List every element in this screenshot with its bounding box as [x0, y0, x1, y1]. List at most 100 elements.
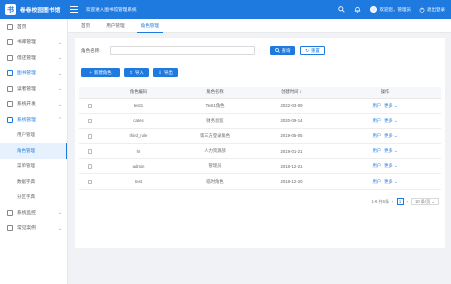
role-name-input[interactable] [110, 46, 255, 55]
sidebar-item-monitor[interactable]: 系统监控 ⌄ [0, 205, 67, 221]
refresh-icon: ↻ [305, 47, 309, 53]
logout-button[interactable]: 退出登录 [419, 7, 445, 13]
roles-table: 角色编码 角色名称 创建时间 ↕ 操作 test1 Test1角色 2022-0… [79, 87, 441, 190]
case-icon [7, 225, 13, 232]
sidebar-item-dev[interactable]: 系统开发 ⌄ [0, 97, 67, 113]
header-create-time[interactable]: 创建时间 ↕ [254, 87, 329, 99]
sidebar-item-readers[interactable]: 读者管理 ⌄ [0, 81, 67, 97]
sidebar-item-label: 系统监控 [17, 209, 36, 215]
import-button[interactable]: ⇪ 导入 [124, 68, 149, 77]
more-link[interactable]: 更多 ⌄ [384, 179, 397, 184]
role-code: test1 [101, 98, 176, 114]
user-link[interactable]: 用户 [373, 179, 382, 184]
role-name: 临时角色 [176, 173, 254, 190]
sidebar-subitem-menus[interactable]: 菜单管理 [0, 159, 67, 175]
gear-icon [7, 116, 13, 123]
sidebar-item-borrow[interactable]: 借还管理 ⌄ [0, 50, 67, 66]
tab-home[interactable]: 首页 [74, 19, 97, 33]
page-number-current[interactable]: 1 [396, 198, 404, 205]
sidebar-subitem-label: 角色管理 [17, 147, 35, 153]
monitor-icon [7, 209, 13, 216]
chevron-down-icon: ⌄ [57, 86, 62, 92]
row-checkbox[interactable] [87, 149, 93, 154]
import-label: 导入 [134, 69, 144, 75]
hamburger-menu-icon[interactable] [70, 6, 78, 13]
role-name: 财务总监 [176, 113, 254, 129]
top-bar: 书 卷卷校园图书馆 欢迎进入图书馆管理系统 欢迎您，管理员 退出登录 [0, 0, 451, 19]
role-code: admin [101, 158, 176, 175]
tab-roles[interactable]: 角色管理 [134, 19, 166, 33]
sidebar-item-label: 首页 [17, 23, 27, 29]
user-link[interactable]: 用户 [373, 163, 382, 168]
row-checkbox[interactable] [87, 164, 93, 169]
sidebar-subitem-users[interactable]: 用户管理 [0, 128, 67, 144]
sidebar-item-label: 图书管理 [17, 70, 36, 76]
sidebar-item-home[interactable]: 首页 [0, 19, 67, 35]
sidebar-item-cases[interactable]: 常见案例 ⌄ [0, 221, 67, 237]
user-menu[interactable]: 欢迎您，管理员 [369, 6, 412, 13]
prev-page-button[interactable]: ‹ [392, 199, 393, 204]
more-link[interactable]: 更多 ⌄ [384, 148, 397, 153]
export-label: 导出 [163, 69, 173, 75]
upload-icon: ⇪ [129, 69, 133, 75]
sidebar-item-books[interactable]: 图书管理 ⌄ [0, 66, 67, 82]
chevron-down-icon: ⌄ [57, 55, 62, 61]
export-button[interactable]: ⇩ 导出 [153, 68, 178, 77]
logo[interactable]: 书 卷卷校园图书馆 [5, 3, 61, 16]
role-code: hr [101, 143, 176, 160]
user-link[interactable]: 用户 [373, 118, 382, 123]
sidebar-item-stacks[interactable]: 书库管理 ⌄ [0, 35, 67, 51]
add-label: 新建角色 [94, 69, 112, 75]
table-header-row: 角色编码 角色名称 创建时间 ↕ 操作 [79, 87, 441, 99]
page-size-select[interactable]: 10 条/页 ⌄ [410, 198, 439, 205]
user-name: 欢迎您，管理员 [379, 6, 412, 12]
more-link[interactable]: 更多 ⌄ [384, 133, 397, 138]
exchange-icon [7, 54, 13, 61]
role-name: 人力资源部 [176, 143, 254, 160]
select-all-cell[interactable] [79, 87, 101, 99]
row-checkbox[interactable] [87, 103, 93, 109]
next-page-button[interactable]: › [407, 199, 408, 204]
more-link[interactable]: 更多 ⌄ [384, 163, 397, 168]
chevron-down-icon: ⌄ [57, 225, 62, 232]
search-icon [274, 48, 280, 53]
logout-icon [419, 7, 425, 13]
download-icon: ⇩ [158, 69, 162, 75]
query-label: 查询 [281, 47, 291, 53]
sidebar-item-label: 借还管理 [17, 54, 36, 60]
main-content: 角色名称: 查询 ↻ 重置 + 新建角色 ⇪ 导入 ⇩ 导出 角色编码 角色名称… [75, 38, 445, 248]
sidebar-item-system[interactable]: 系统管理 ⌃ [0, 112, 67, 128]
user-link[interactable]: 用户 [373, 133, 382, 138]
table-row: third_role 第三方登录角色 2019-05-05 用户 更多 ⌄ [79, 128, 441, 145]
reset-label: 重置 [310, 47, 320, 53]
header-role-code: 角色编码 [101, 87, 176, 99]
system-title: 欢迎进入图书馆管理系统 [86, 7, 137, 12]
search-icon[interactable] [338, 6, 346, 14]
more-link[interactable]: 更多 ⌄ [384, 103, 397, 108]
create-time: 2018-12-20 [254, 173, 329, 190]
logo-text: 卷卷校园图书馆 [20, 7, 61, 14]
reset-button[interactable]: ↻ 重置 [300, 46, 325, 55]
bell-icon[interactable] [354, 6, 362, 14]
logo-icon: 书 [5, 4, 16, 15]
user-link[interactable]: 用户 [373, 103, 382, 108]
search-label: 角色名称: [81, 48, 101, 53]
role-code: third_role [101, 128, 176, 145]
add-role-button[interactable]: + 新建角色 [81, 68, 120, 77]
create-time: 2022-03-09 [254, 98, 329, 114]
sidebar-item-label: 系统开发 [17, 101, 36, 107]
sidebar-subitem-dict[interactable]: 数据字典 [0, 174, 67, 190]
sidebar-subitem-roles[interactable]: 角色管理 [0, 143, 67, 159]
user-link[interactable]: 用户 [373, 148, 382, 153]
row-checkbox[interactable] [87, 179, 93, 185]
query-button[interactable]: 查询 [270, 46, 295, 55]
chevron-up-icon: ⌃ [57, 117, 62, 123]
sidebar-item-label: 读者管理 [17, 85, 36, 91]
row-checkbox[interactable] [87, 134, 93, 139]
more-link[interactable]: 更多 ⌄ [384, 118, 397, 123]
row-checkbox[interactable] [87, 118, 93, 124]
table-row: cates 财务总监 2020-09-14 用户 更多 ⌄ [79, 113, 441, 129]
tab-users[interactable]: 用户管理 [99, 19, 131, 33]
sidebar-subitem-zone-dict[interactable]: 分区字典 [0, 190, 67, 206]
reader-icon [7, 85, 13, 92]
